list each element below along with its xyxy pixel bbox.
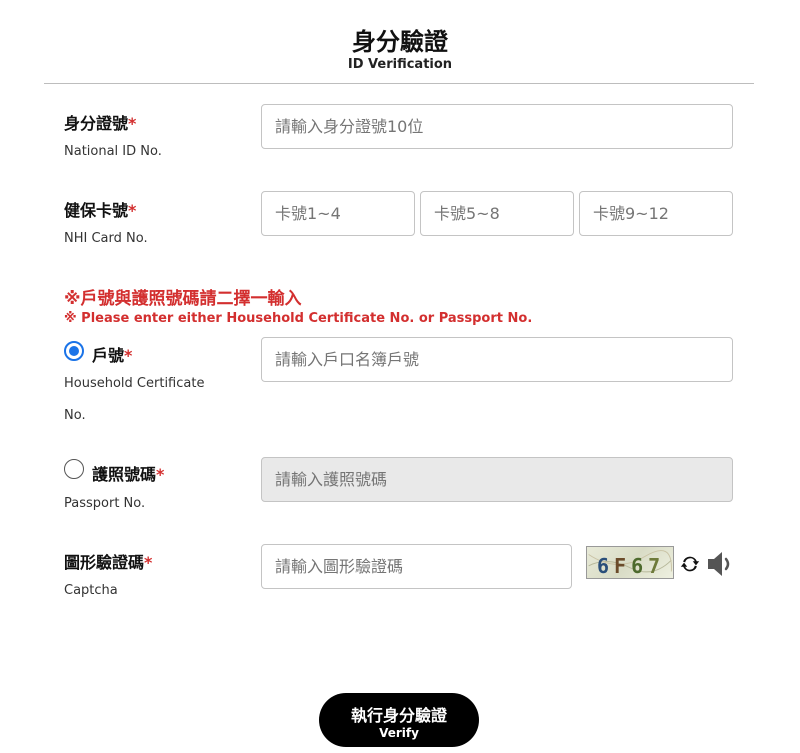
either-notice-en: ※ Please enter either Household Certific… <box>64 311 533 326</box>
passport-radio[interactable] <box>64 459 84 479</box>
refresh-icon[interactable] <box>679 553 701 575</box>
household-label-text: 戶號 <box>92 346 125 365</box>
national-id-sublabel: National ID No. <box>64 144 162 159</box>
verify-button-label-en: Verify <box>379 726 419 740</box>
nhi-card-label-text: 健保卡號 <box>64 201 129 220</box>
required-mark: * <box>156 465 165 484</box>
household-radio[interactable] <box>64 341 84 361</box>
header-divider <box>44 83 754 84</box>
passport-sublabel: Passport No. <box>64 496 146 511</box>
page-subtitle: ID Verification <box>347 57 453 72</box>
captcha-sublabel: Captcha <box>64 583 118 598</box>
passport-input[interactable] <box>261 457 733 502</box>
national-id-label-text: 身分證號 <box>64 114 129 133</box>
captcha-label-text: 圖形驗證碼 <box>64 553 145 572</box>
captcha-input[interactable] <box>261 544 572 589</box>
captcha-char: 7 <box>648 554 666 578</box>
national-id-label: 身分證號* <box>64 110 136 134</box>
required-mark: * <box>124 346 133 365</box>
household-sublabel-line1: Household Certificate <box>64 376 205 391</box>
speaker-icon[interactable] <box>707 551 734 577</box>
passport-label-text: 護照號碼 <box>92 465 157 484</box>
household-sublabel-line2: No. <box>64 408 86 423</box>
captcha-char: 6 <box>597 554 615 578</box>
nhi-card-input-3[interactable] <box>579 191 733 236</box>
household-label: 戶號* <box>92 342 132 366</box>
captcha-text: 6F67 <box>597 554 665 578</box>
national-id-input[interactable] <box>261 104 733 149</box>
nhi-card-input-1[interactable] <box>261 191 415 236</box>
required-mark: * <box>144 553 153 572</box>
captcha-char: F <box>614 554 632 578</box>
verify-button[interactable]: 執行身分驗證 Verify <box>319 693 479 747</box>
captcha-char: 6 <box>631 554 649 578</box>
passport-label: 護照號碼* <box>92 461 164 485</box>
page-title: 身分驗證 <box>352 28 448 56</box>
nhi-card-label: 健保卡號* <box>64 197 136 221</box>
captcha-label: 圖形驗證碼* <box>64 549 152 573</box>
required-mark: * <box>128 201 137 220</box>
required-mark: * <box>128 114 137 133</box>
verify-button-label-zh: 執行身分驗證 <box>350 706 447 725</box>
either-notice-zh: ※戶號與護照號碼請二擇一輸入 <box>64 289 302 309</box>
nhi-card-input-2[interactable] <box>420 191 574 236</box>
nhi-card-sublabel: NHI Card No. <box>64 231 148 246</box>
household-input[interactable] <box>261 337 733 382</box>
captcha-image: 6F67 <box>586 546 674 579</box>
